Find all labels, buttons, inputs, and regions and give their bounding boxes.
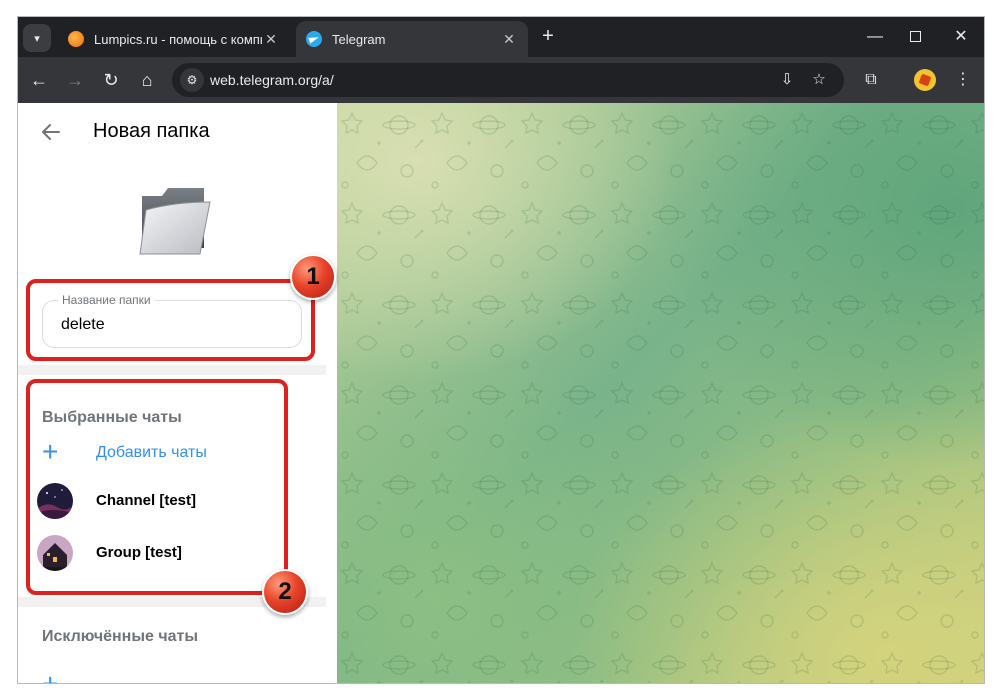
chat-background (337, 103, 984, 683)
page-title: Новая папка (93, 120, 210, 142)
tab-lumpics[interactable]: Lumpics.ru - помощь с компьютером ✕ (58, 21, 290, 57)
plus-icon: + (542, 25, 554, 47)
browser-window: ▾ Lumpics.ru - помощь с компьютером ✕ Te… (17, 16, 985, 684)
maximize-icon (909, 31, 921, 43)
forward-arrow-icon: → (66, 70, 84, 90)
minimize-icon: — (867, 28, 883, 45)
plus-icon: + (42, 668, 59, 684)
tab-telegram[interactable]: Telegram ✕ (296, 21, 528, 57)
telegram-favicon (306, 31, 322, 47)
url-text[interactable]: web.telegram.org/a/ (210, 72, 334, 88)
section-divider (18, 365, 326, 375)
back-button[interactable] (36, 117, 66, 147)
new-tab-button[interactable]: + (536, 25, 560, 49)
lumpics-favicon (68, 31, 84, 47)
tab-title: Lumpics.ru - помощь с компьютером (94, 31, 262, 47)
callout-selected-chats (26, 379, 288, 595)
back-arrow-icon: ← (30, 70, 48, 90)
tab-close-icon[interactable]: ✕ (500, 31, 518, 48)
site-settings-icon[interactable]: ⚙ (180, 68, 204, 92)
tab-title: Telegram (332, 31, 386, 47)
excluded-chats-title: Исключённые чаты (42, 628, 199, 645)
panel-header: Новая папка (18, 103, 337, 159)
back-button[interactable]: ← (24, 65, 54, 95)
address-bar[interactable]: ⚙ web.telegram.org/a/ ⇩ ☆ (172, 63, 844, 97)
home-icon: ⌂ (141, 70, 153, 90)
extensions-button[interactable]: ⧉ (856, 65, 886, 95)
chevron-down-icon: ▾ (34, 32, 40, 45)
install-app-icon[interactable]: ⇩ (776, 69, 798, 91)
more-menu-icon: ⋮ (955, 71, 971, 88)
star-icon[interactable]: ☆ (808, 69, 830, 91)
add-excluded-chats-button[interactable]: + (18, 668, 326, 684)
maximize-button[interactable] (900, 25, 930, 49)
step-badge-2: 2 (262, 569, 308, 615)
more-menu-button[interactable]: ⋮ (948, 65, 978, 95)
window-close-button[interactable]: ✕ (946, 25, 976, 49)
step-badge-1: 1 (290, 254, 336, 300)
tab-close-icon[interactable]: ✕ (262, 31, 280, 48)
close-icon: ✕ (954, 28, 968, 45)
browser-toolbar: ← → ↻ ⌂ ⚙ web.telegram.org/a/ ⇩ ☆ ⧉ ⋮ (18, 57, 984, 103)
profile-avatar[interactable] (914, 69, 936, 91)
folder-icon (139, 188, 211, 255)
home-button[interactable]: ⌂ (132, 65, 162, 95)
minimize-button[interactable]: — (860, 25, 890, 49)
doodle-pattern (337, 103, 984, 683)
tab-search-button[interactable]: ▾ (23, 24, 51, 52)
extensions-icon: ⧉ (865, 71, 877, 88)
reload-button[interactable]: ↻ (96, 65, 126, 95)
arrow-left-icon (42, 124, 60, 140)
tab-strip: ▾ Lumpics.ru - помощь с компьютером ✕ Te… (18, 17, 984, 57)
callout-name-field (26, 279, 315, 361)
forward-button[interactable]: → (60, 65, 90, 95)
reload-icon: ↻ (103, 70, 119, 90)
